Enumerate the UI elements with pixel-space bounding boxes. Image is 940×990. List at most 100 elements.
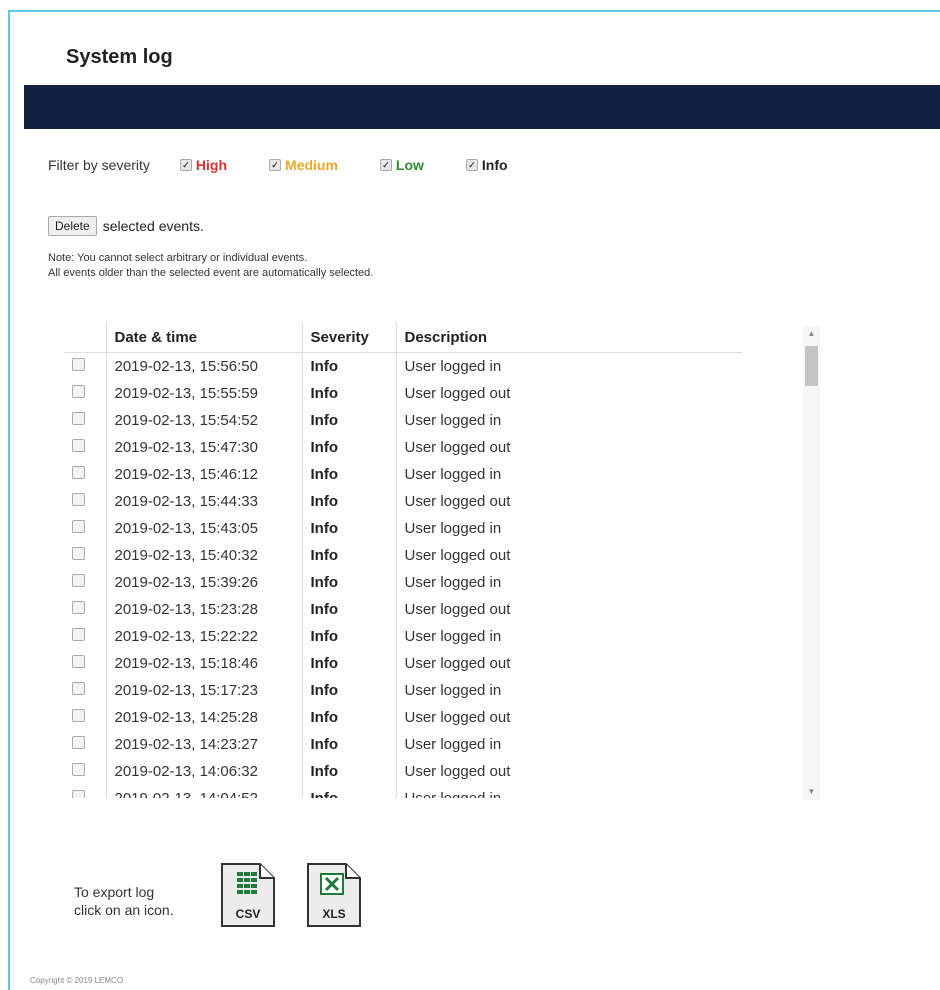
row-checkbox[interactable] <box>72 439 85 452</box>
row-select-cell <box>64 380 106 407</box>
row-checkbox[interactable] <box>72 763 85 776</box>
cell-datetime: 2019-02-13, 15:39:26 <box>105 569 302 596</box>
scroll-up-arrow-icon[interactable]: ▲ <box>803 326 820 342</box>
checkbox-checked-icon[interactable]: ✓ <box>179 159 192 171</box>
row-checkbox[interactable] <box>72 628 85 641</box>
cell-severity: Info <box>301 569 396 596</box>
cell-severity: Info <box>301 515 396 542</box>
row-checkbox[interactable] <box>72 574 85 587</box>
filter-low-checkbox[interactable]: ✓ Low <box>379 157 424 173</box>
cell-datetime: 2019-02-13, 14:23:27 <box>105 731 302 758</box>
cell-severity: Info <box>301 407 396 434</box>
row-checkbox[interactable] <box>72 736 85 749</box>
table-row[interactable]: 2019-02-13, 14:04:52InfoUser logged in <box>64 785 742 798</box>
note-line-2: All events older than the selected event… <box>48 267 374 279</box>
row-checkbox[interactable] <box>72 547 85 560</box>
table-row[interactable]: 2019-02-13, 15:56:50 Info User logged in <box>64 352 742 380</box>
row-checkbox[interactable] <box>72 358 85 371</box>
table-row[interactable]: 2019-02-13, 15:43:05 Info User logged in <box>64 515 742 542</box>
column-header-severity[interactable]: Severity <box>301 322 396 353</box>
table-row[interactable]: 2019-02-13, 15:55:59 Info User logged out <box>64 380 742 407</box>
cell-datetime: 2019-02-13, 15:23:28 <box>105 596 302 623</box>
table-row[interactable]: 2019-02-13, 15:46:12 Info User logged in <box>64 461 742 488</box>
cell-datetime: 2019-02-13, 15:56:50 <box>105 352 302 380</box>
cell-severity: Info <box>301 461 396 488</box>
cell-datetime: 2019-02-13, 14:06:32 <box>105 758 302 785</box>
cell-description: User logged in <box>395 352 742 380</box>
table-row[interactable]: 2019-02-13, 14:25:28 Info User logged out <box>64 704 742 731</box>
filter-medium-checkbox[interactable]: ✓ Medium <box>269 157 338 173</box>
header-banner <box>24 85 940 129</box>
delete-button[interactable]: Delete <box>48 216 97 236</box>
row-select-cell <box>64 461 106 488</box>
table-row[interactable]: 2019-02-13, 15:47:30 Info User logged out <box>64 434 742 461</box>
row-checkbox[interactable] <box>72 466 85 479</box>
cell-description: User logged in <box>395 407 742 434</box>
row-checkbox[interactable] <box>72 655 85 668</box>
filter-high-checkbox[interactable]: ✓ High <box>179 157 227 173</box>
row-select-cell <box>64 515 106 542</box>
cell-severity: Info <box>301 434 396 461</box>
cell-description: User logged out <box>395 380 742 407</box>
table-row[interactable]: 2019-02-13, 15:44:33 Info User logged out <box>64 488 742 515</box>
row-select-cell <box>64 704 106 731</box>
cell-description: User logged out <box>395 488 742 515</box>
table-row[interactable]: 2019-02-13, 14:06:32 Info User logged out <box>64 758 742 785</box>
table-row[interactable]: 2019-02-13, 15:17:23 Info User logged in <box>64 677 742 704</box>
row-checkbox[interactable] <box>72 412 85 425</box>
table-row[interactable]: 2019-02-13, 14:23:27 Info User logged in <box>64 731 742 758</box>
cell-datetime: 2019-02-13, 15:55:59 <box>105 380 302 407</box>
cell-description: User logged out <box>395 596 742 623</box>
column-header-description[interactable]: Description <box>395 322 742 353</box>
cell-datetime: 2019-02-13, 15:18:46 <box>105 650 302 677</box>
scroll-down-arrow-icon[interactable]: ▼ <box>803 784 820 800</box>
row-checkbox[interactable] <box>72 682 85 695</box>
delete-row: Delete selected events. <box>48 216 204 236</box>
row-checkbox[interactable] <box>72 709 85 722</box>
cell-datetime: 2019-02-13, 15:17:23 <box>105 677 302 704</box>
cell-datetime: 2019-02-13, 15:22:22 <box>105 623 302 650</box>
checkbox-checked-icon[interactable]: ✓ <box>465 159 478 171</box>
row-select-cell <box>64 596 106 623</box>
severity-filter: Filter by severity ✓ High ✓ Medium ✓ Low… <box>48 155 550 175</box>
cell-severity: Info <box>301 785 396 798</box>
table-row[interactable]: 2019-02-13, 15:22:22 Info User logged in <box>64 623 742 650</box>
row-checkbox[interactable] <box>72 493 85 506</box>
filter-info-label: Info <box>481 157 508 173</box>
column-header-datetime[interactable]: Date & time <box>105 322 302 353</box>
table-row[interactable]: 2019-02-13, 15:18:46 Info User logged out <box>64 650 742 677</box>
table-row[interactable]: 2019-02-13, 15:40:32 Info User logged out <box>64 542 742 569</box>
row-checkbox[interactable] <box>72 520 85 533</box>
cell-severity: Info <box>301 488 396 515</box>
table-header-row: Date & time Severity Description <box>64 322 742 353</box>
note-line-1: Note: You cannot select arbitrary or ind… <box>48 252 308 264</box>
copyright-text: Copyright © 2019 LEMCO <box>30 976 124 985</box>
table-scrollbar[interactable]: ▲ ▼ <box>803 326 820 800</box>
checkbox-checked-icon[interactable]: ✓ <box>269 159 282 171</box>
csv-export-icon[interactable]: CSV <box>220 862 276 928</box>
checkbox-checked-icon[interactable]: ✓ <box>379 159 392 171</box>
xls-export-icon[interactable]: XLS <box>306 862 362 928</box>
table-row[interactable]: 2019-02-13, 15:54:52 Info User logged in <box>64 407 742 434</box>
cell-description: User logged out <box>395 758 742 785</box>
row-checkbox[interactable] <box>72 790 85 798</box>
scroll-thumb[interactable] <box>805 346 818 386</box>
row-select-cell <box>64 677 106 704</box>
cell-description: User logged in <box>395 623 742 650</box>
cell-description: User logged in <box>395 461 742 488</box>
row-select-cell <box>64 785 106 798</box>
cell-description: User logged in <box>395 731 742 758</box>
cell-severity: Info <box>301 596 396 623</box>
row-checkbox[interactable] <box>72 601 85 614</box>
filter-info-checkbox[interactable]: ✓ Info <box>465 157 508 173</box>
row-checkbox[interactable] <box>72 385 85 398</box>
cell-description: User logged out <box>395 542 742 569</box>
event-table-container[interactable]: Date & time Severity Description 2019-02… <box>64 322 742 798</box>
row-select-cell <box>64 569 106 596</box>
table-row[interactable]: 2019-02-13, 15:23:28 Info User logged out <box>64 596 742 623</box>
table-row[interactable]: 2019-02-13, 15:39:26 Info User logged in <box>64 569 742 596</box>
row-select-cell <box>64 542 106 569</box>
cell-datetime: 2019-02-13, 15:40:32 <box>105 542 302 569</box>
cell-description: User logged in <box>395 677 742 704</box>
filter-medium-label: Medium <box>285 157 338 173</box>
